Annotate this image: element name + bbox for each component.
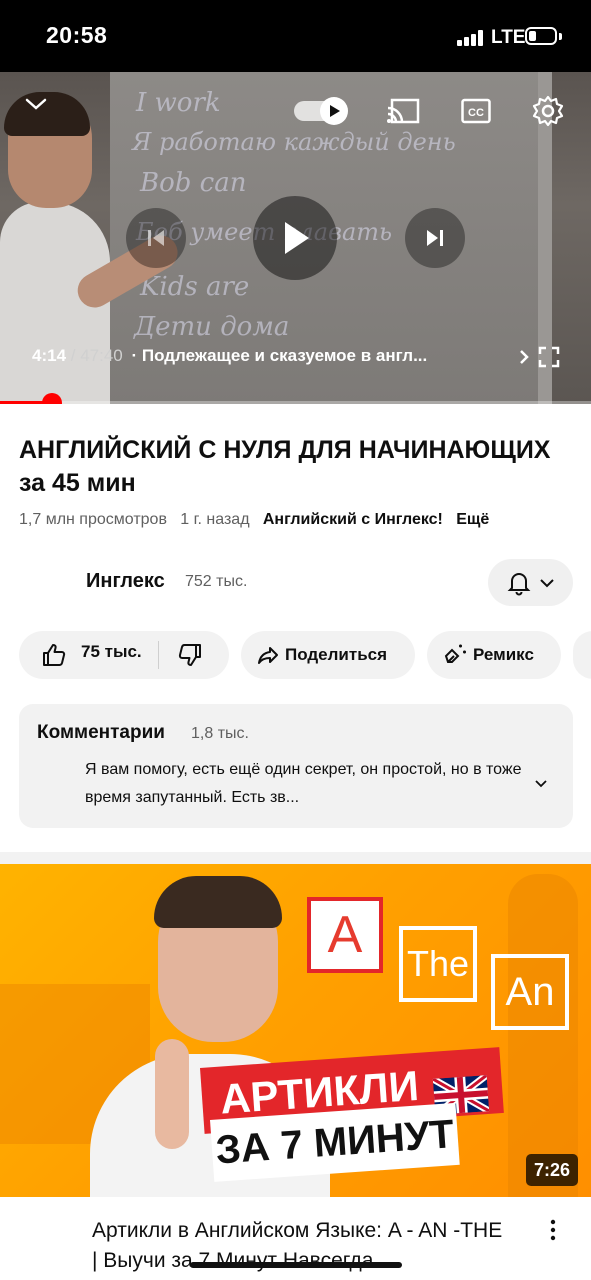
chapter-title[interactable]: · Подлежащее и сказуемое в англ... bbox=[131, 346, 427, 365]
chapter-chevron-icon[interactable] bbox=[517, 348, 531, 371]
time-separator: / bbox=[66, 346, 81, 365]
thumb-person-hair bbox=[154, 876, 282, 928]
subscription-bell-button[interactable] bbox=[488, 559, 573, 606]
previous-button[interactable] bbox=[126, 208, 186, 268]
thumb-tower bbox=[508, 874, 578, 1197]
remix-label: Ремикс bbox=[473, 645, 534, 664]
video-title[interactable]: АНГЛИЙСКИЙ С НУЛЯ ДЛЯ НАЧИНАЮЩИХ за 45 м… bbox=[19, 434, 559, 500]
chevron-down-icon[interactable] bbox=[533, 776, 549, 797]
remix-button[interactable]: Ремикс bbox=[427, 631, 561, 679]
more-actions-button[interactable] bbox=[573, 631, 591, 679]
channel-tag[interactable]: Английский с Инглекс! bbox=[263, 511, 443, 528]
signal-icon bbox=[457, 28, 485, 46]
avatar[interactable] bbox=[19, 561, 65, 607]
captions-icon[interactable]: CC bbox=[461, 98, 491, 129]
like-button[interactable]: 75 тыс. bbox=[41, 642, 142, 668]
home-indicator[interactable] bbox=[190, 1262, 402, 1268]
play-button[interactable] bbox=[253, 196, 337, 280]
thumb-letter: The bbox=[406, 943, 470, 984]
section-divider bbox=[0, 852, 591, 864]
comments-title: Комментарии bbox=[37, 722, 165, 743]
thumb-letter-box: An bbox=[491, 954, 569, 1030]
board-line: Я работаю каждый день bbox=[132, 128, 456, 156]
next-button[interactable] bbox=[405, 208, 465, 268]
remix-icon bbox=[444, 644, 466, 663]
bell-icon bbox=[507, 572, 530, 595]
top-comment: Я вам помогу, есть ещё один секрет, он п… bbox=[85, 761, 522, 806]
subscriber-count: 752 тыс. bbox=[185, 573, 248, 590]
comments-count: 1,8 тыс. bbox=[191, 725, 249, 742]
fullscreen-icon[interactable] bbox=[538, 346, 560, 373]
thumb-finger bbox=[155, 1039, 189, 1149]
view-count: 1,7 млн просмотров bbox=[19, 511, 167, 528]
svg-text:CC: CC bbox=[468, 107, 484, 119]
share-label: Поделиться bbox=[285, 645, 388, 664]
upload-age: 1 г. назад bbox=[180, 511, 250, 528]
thumb-letter: A bbox=[327, 906, 363, 964]
video-player[interactable]: I work Я работаю каждый день Bob can Боб… bbox=[0, 72, 591, 404]
cast-icon[interactable] bbox=[386, 98, 420, 131]
board-line: I work bbox=[136, 88, 221, 118]
thumb-letter-box: The bbox=[399, 926, 477, 1002]
player-time: 4:14 / 47:40 · Подлежащее и сказуемое в … bbox=[32, 346, 427, 366]
next-icon bbox=[427, 230, 443, 246]
current-time: 4:14 bbox=[32, 346, 67, 365]
share-button[interactable]: Поделиться bbox=[241, 631, 415, 679]
total-duration: 47:40 bbox=[80, 346, 123, 365]
settings-icon[interactable] bbox=[532, 95, 564, 132]
like-dislike-group: 75 тыс. bbox=[19, 631, 229, 679]
progress-track[interactable] bbox=[0, 401, 591, 404]
more-vert-icon[interactable] bbox=[543, 1218, 563, 1242]
board-line: Bob can bbox=[140, 168, 247, 198]
previous-icon bbox=[148, 230, 164, 246]
share-icon bbox=[258, 647, 278, 664]
autoplay-toggle-icon[interactable] bbox=[293, 96, 351, 131]
thumbs-down-icon bbox=[178, 644, 201, 666]
chevron-down-icon bbox=[539, 578, 554, 587]
chevron-down-icon[interactable] bbox=[24, 94, 48, 119]
more-link[interactable]: Ещё bbox=[456, 511, 489, 528]
thumb-letter-box: A bbox=[307, 897, 383, 973]
pill-divider bbox=[157, 641, 159, 669]
video-meta[interactable]: 1,7 млн просмотров 1 г. назад Английский… bbox=[19, 511, 489, 529]
board-line: Kids are bbox=[140, 272, 250, 302]
play-icon bbox=[285, 222, 309, 254]
battery-tip bbox=[559, 33, 562, 40]
network-label: LTE bbox=[491, 27, 526, 48]
channel-name[interactable]: Инглекс bbox=[86, 570, 165, 593]
thumbs-up-icon bbox=[43, 644, 66, 666]
dislike-button[interactable] bbox=[177, 642, 203, 668]
comments-panel[interactable]: Комментарии 1,8 тыс. Я вам помогу, есть … bbox=[19, 704, 573, 828]
like-count: 75 тыс. bbox=[81, 642, 142, 661]
battery-icon bbox=[525, 27, 557, 45]
duration-badge: 7:26 bbox=[526, 1154, 578, 1186]
status-time: 20:58 bbox=[46, 22, 108, 48]
thumb-letter: An bbox=[505, 969, 555, 1014]
board-line: Дети дома bbox=[134, 312, 290, 342]
next-video-thumbnail[interactable]: A The An АРТИКЛИ ЗА 7 МИНУТ bbox=[0, 864, 591, 1197]
